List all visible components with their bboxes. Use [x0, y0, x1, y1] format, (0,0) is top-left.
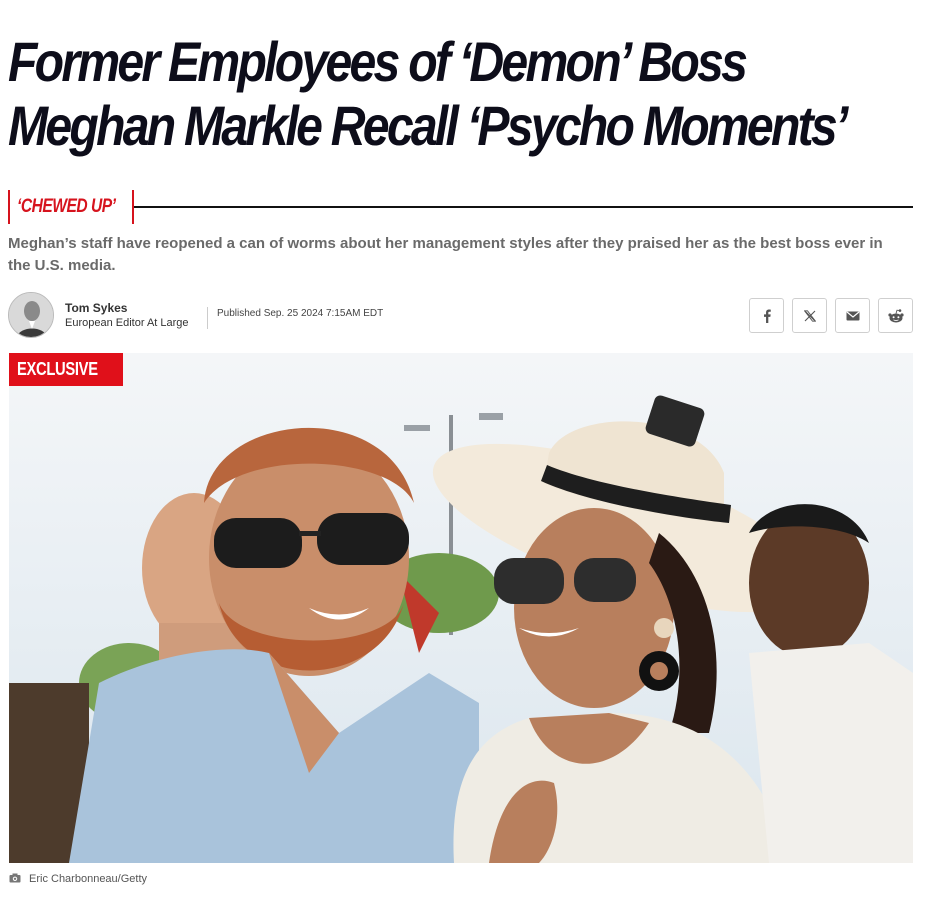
x-icon — [803, 309, 816, 322]
email-icon — [846, 311, 860, 321]
headline: Former Employees of ‘Demon’ Boss Meghan … — [8, 30, 848, 157]
exclusive-badge: EXCLUSIVE — [9, 353, 124, 386]
camera-icon — [9, 870, 21, 888]
kicker-bar-left — [8, 190, 10, 224]
author-title: European Editor At Large — [65, 317, 189, 329]
share-facebook-button[interactable] — [749, 298, 784, 333]
article-dek: Meghan’s staff have reopened a can of wo… — [8, 235, 883, 274]
exclusive-badge-label: EXCLUSIVE — [17, 359, 98, 379]
author-avatar[interactable] — [8, 292, 54, 338]
share-email-button[interactable] — [835, 298, 870, 333]
kicker-rule — [134, 206, 913, 208]
published-date: Published Sep. 25 2024 7:15AM EDT — [217, 308, 384, 319]
facebook-icon — [762, 308, 772, 323]
hero-photo[interactable] — [9, 353, 913, 863]
author-name[interactable]: Tom Sykes — [65, 301, 127, 315]
reddit-icon — [887, 308, 904, 323]
share-x-button[interactable] — [792, 298, 827, 333]
photo-credit: Eric Charbonneau/Getty — [9, 871, 147, 887]
byline: Tom Sykes European Editor At Large Publi… — [8, 292, 913, 338]
share-reddit-button[interactable] — [878, 298, 913, 333]
kicker-row: ‘CHEWED UP’ — [8, 190, 913, 226]
byline-divider — [207, 307, 208, 329]
kicker: ‘CHEWED UP’ — [17, 196, 116, 217]
photo-credit-text: Eric Charbonneau/Getty — [29, 873, 148, 885]
